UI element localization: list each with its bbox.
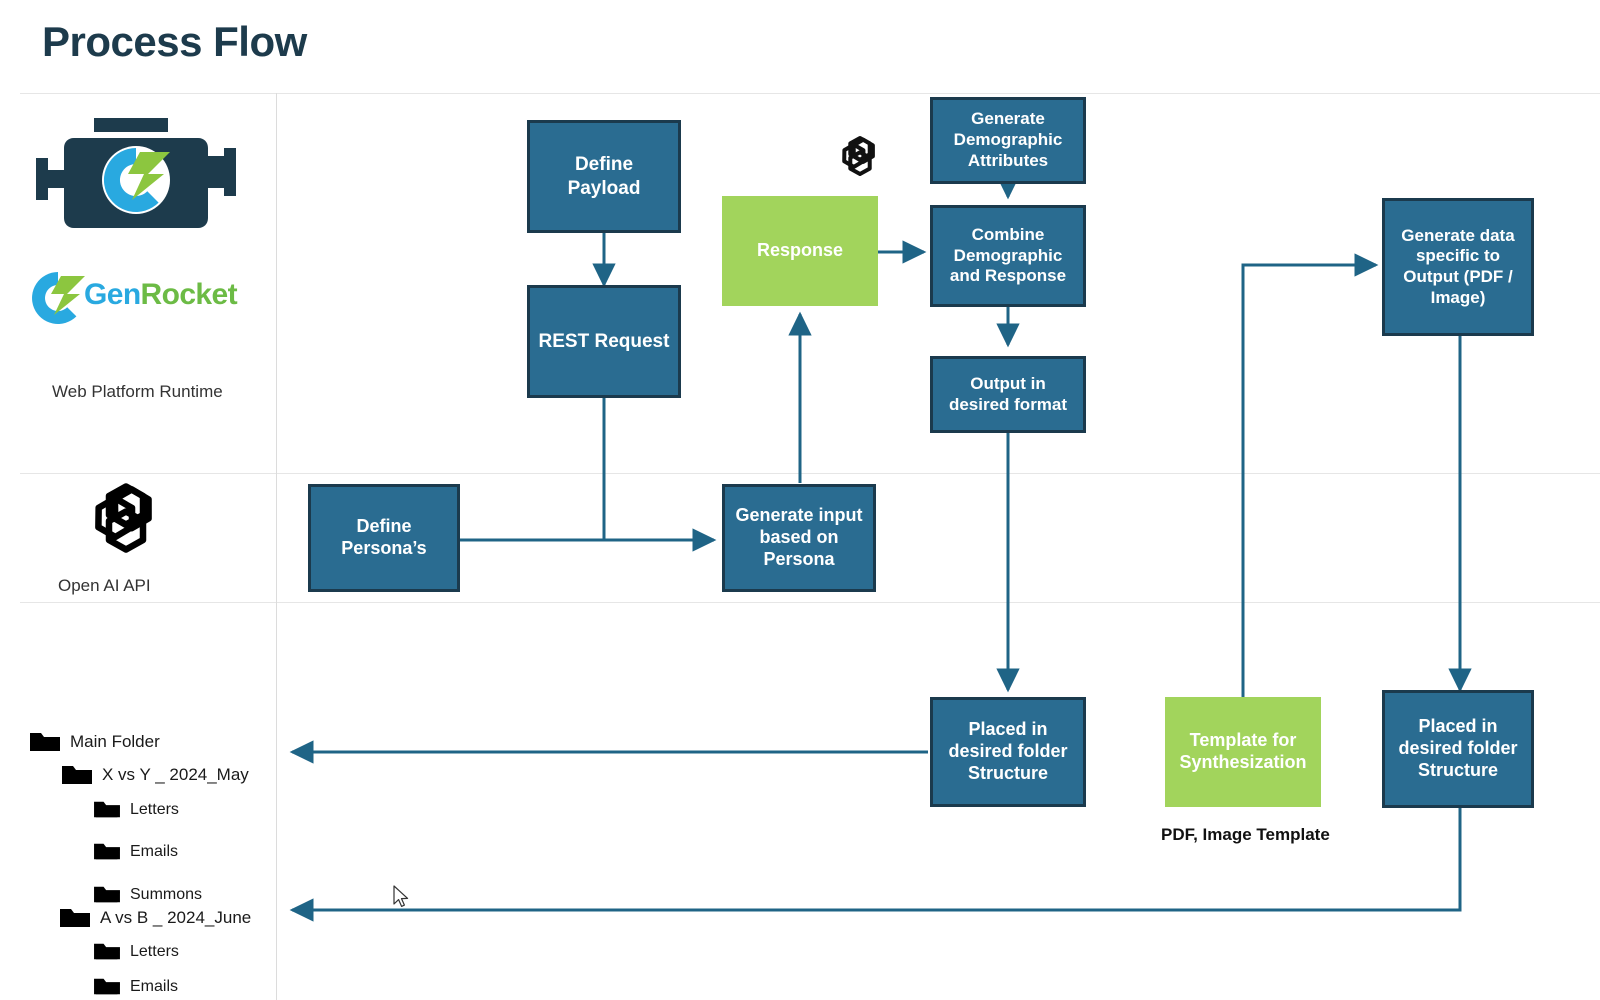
node-combine-demographic-and-response[interactable]: Combine Demographic and Response [930, 205, 1086, 307]
node-placed-in-desired-folder-structure-left[interactable]: Placed in desired folder Structure [930, 697, 1086, 807]
node-generate-input-based-on-persona[interactable]: Generate input based on Persona [722, 484, 876, 592]
node-define-payload[interactable]: Define Payload [527, 120, 681, 233]
openai-logo-icon [842, 136, 875, 176]
node-response[interactable]: Response [722, 196, 878, 306]
node-template-for-synthesization[interactable]: Template for Synthesization [1165, 697, 1321, 807]
mouse-cursor-icon [393, 885, 409, 907]
flow-diagram: Define Payload REST Request Response Gen… [0, 0, 1600, 1000]
node-output-in-desired-format[interactable]: Output in desired format [930, 356, 1086, 433]
node-generate-data-specific-to-output[interactable]: Generate data specific to Output (PDF / … [1382, 198, 1534, 336]
node-define-personas[interactable]: Define Persona’s [308, 484, 460, 592]
process-flow-page: Process Flow GenRocket Web Platform Runt… [0, 0, 1600, 1000]
node-rest-request[interactable]: REST Request [527, 285, 681, 398]
node-generate-demographic-attributes[interactable]: Generate Demographic Attributes [930, 97, 1086, 184]
label-pdf-image-template: PDF, Image Template [1161, 825, 1330, 844]
node-placed-in-desired-folder-structure-right[interactable]: Placed in desired folder Structure [1382, 690, 1534, 808]
